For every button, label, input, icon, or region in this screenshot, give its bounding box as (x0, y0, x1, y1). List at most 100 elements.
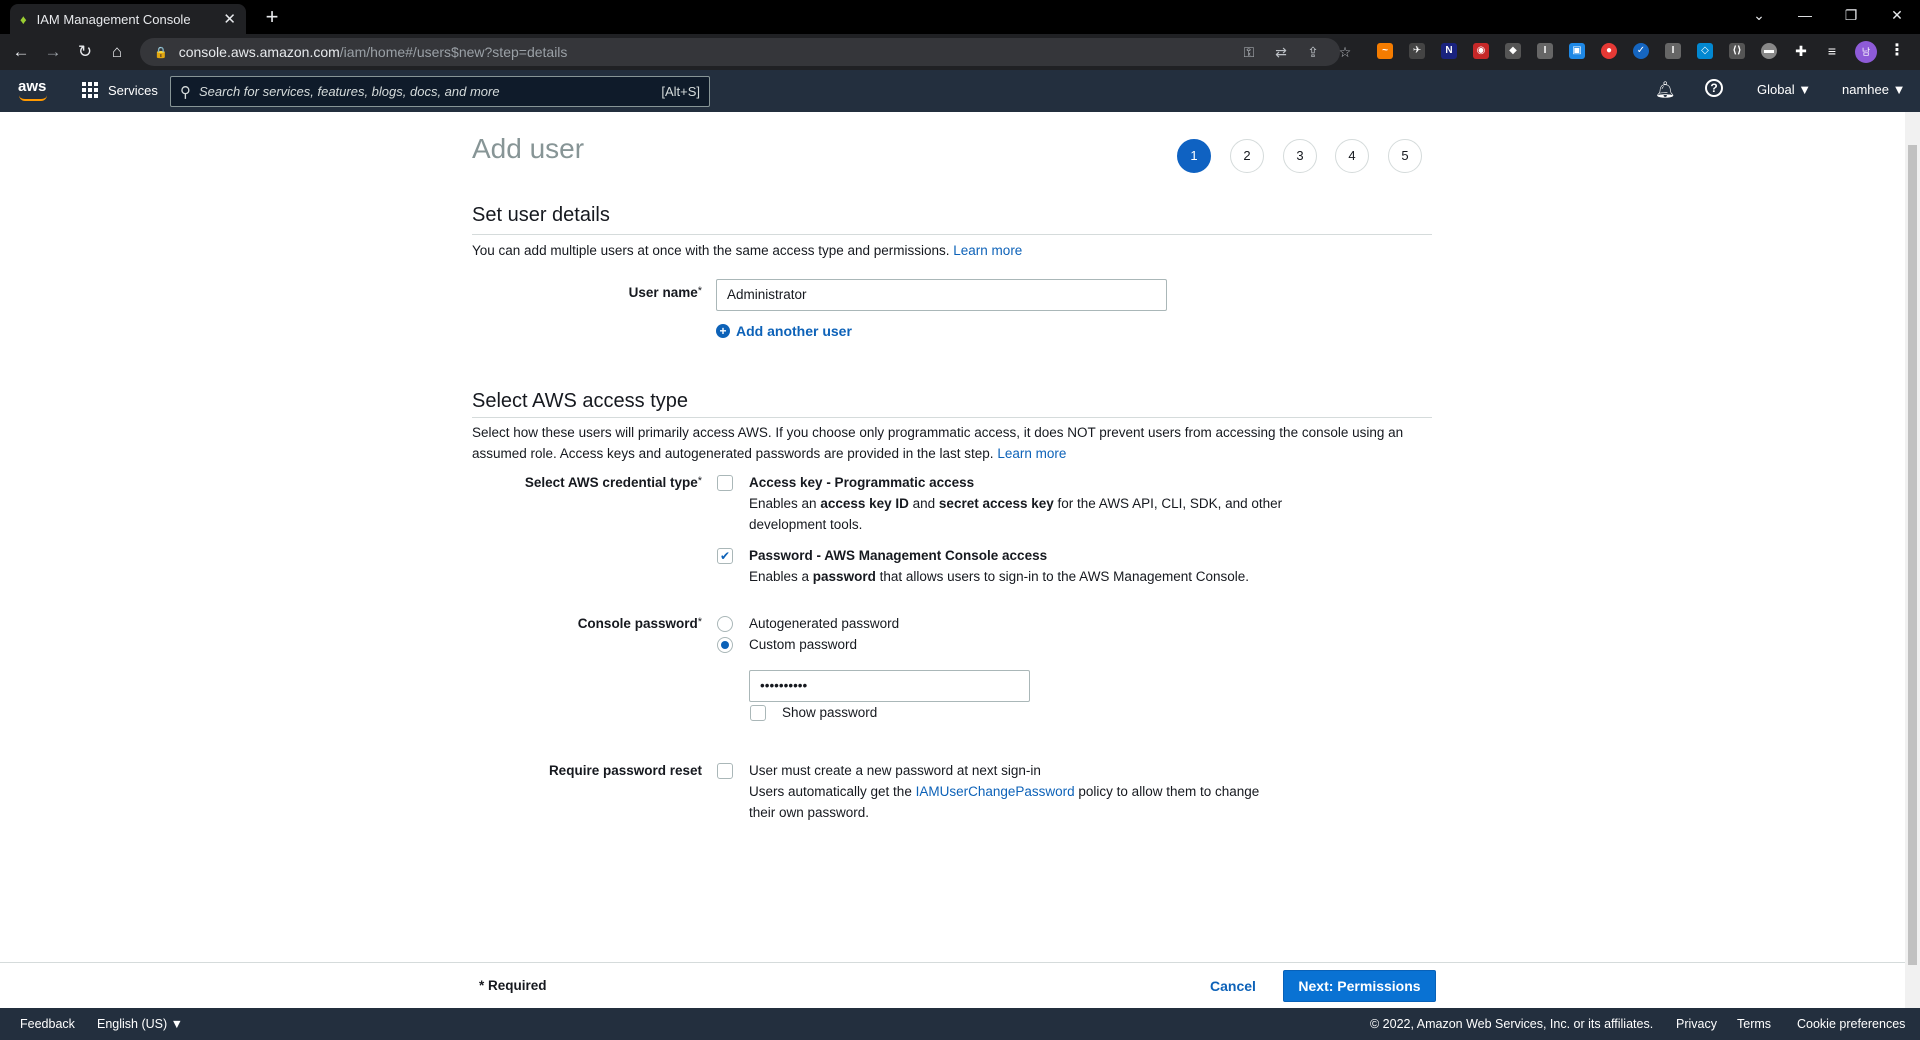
extension-n-icon[interactable]: N (1441, 43, 1457, 59)
show-password-checkbox[interactable] (750, 705, 766, 721)
show-password-label[interactable]: Show password (782, 702, 877, 723)
extension-red-icon[interactable]: ◉ (1473, 43, 1489, 59)
next-permissions-button[interactable]: Next: Permissions (1283, 970, 1436, 1002)
require-reset-checkbox[interactable] (717, 763, 733, 779)
custom-password-input[interactable]: •••••••••• (749, 670, 1030, 702)
extension-blue-icon[interactable]: ▣ (1569, 43, 1585, 59)
require-reset-label: Require password reset (548, 763, 702, 778)
copyright-text: © 2022, Amazon Web Services, Inc. or its… (1370, 1017, 1654, 1031)
search-shortcut: [Alt+S] (661, 84, 700, 99)
console-password-label: Console password* (577, 616, 702, 631)
step-2[interactable]: 2 (1230, 139, 1264, 173)
region-selector[interactable]: Global ▼ (1757, 82, 1811, 97)
console-footer: Feedback English (US) ▼ © 2022, Amazon W… (0, 1008, 1920, 1040)
aws-console-header: aws Services ⚲ Search for services, feat… (0, 70, 1920, 112)
extension-eraser-icon[interactable]: ◆ (1505, 43, 1521, 59)
autogenerated-password-radio[interactable] (717, 616, 733, 632)
help-icon[interactable]: ? (1705, 79, 1723, 97)
require-reset-option: User must create a new password at next … (749, 760, 1289, 823)
page-scrollbar[interactable] (1905, 112, 1920, 1008)
lock-icon: 🔒 (154, 46, 168, 59)
step-4[interactable]: 4 (1335, 139, 1369, 173)
extension-chat-icon[interactable]: ▬ (1761, 43, 1777, 59)
aws-search-bar[interactable]: ⚲ Search for services, features, blogs, … (170, 76, 710, 107)
extension-i-icon[interactable]: I (1537, 43, 1553, 59)
require-reset-option-text: User must create a new password at next … (749, 763, 1041, 778)
new-tab-icon[interactable]: + (260, 4, 284, 30)
profile-avatar[interactable]: 남 (1855, 41, 1877, 63)
learn-more-link[interactable]: Learn more (953, 243, 1022, 258)
scrollbar-thumb[interactable] (1908, 145, 1917, 965)
account-menu[interactable]: namhee ▼ (1842, 82, 1905, 97)
cancel-button[interactable]: Cancel (1210, 978, 1256, 994)
learn-more-link[interactable]: Learn more (997, 446, 1066, 461)
iam-user-change-password-link[interactable]: IAMUserChangePassword (916, 784, 1075, 799)
extension-i2-icon[interactable]: I (1665, 43, 1681, 59)
home-icon[interactable]: ⌂ (106, 41, 128, 63)
tab-search-icon[interactable]: ⌄ (1736, 0, 1782, 30)
privacy-link[interactable]: Privacy (1676, 1017, 1717, 1031)
aws-smile-icon (19, 95, 47, 101)
terms-link[interactable]: Terms (1737, 1017, 1771, 1031)
custom-password-radio[interactable] (717, 637, 733, 653)
browser-tab-strip: ♦ IAM Management Console ✕ + ⌄ — ❐ ✕ (0, 0, 1920, 34)
wizard-action-bar (0, 962, 1905, 1008)
extensions-puzzle-icon[interactable]: ✚ (1793, 43, 1809, 59)
add-another-user-button[interactable]: + Add another user (716, 323, 852, 339)
feedback-link[interactable]: Feedback (20, 1017, 75, 1031)
key-icon[interactable]: ⚿ (1240, 44, 1258, 61)
back-icon[interactable]: ← (10, 41, 32, 63)
extension-water-icon[interactable]: ◇ (1697, 43, 1713, 59)
notifications-bell-icon[interactable]: 🔔︎ (1655, 80, 1675, 100)
step-5[interactable]: 5 (1388, 139, 1422, 173)
services-menu-button[interactable]: Services (82, 82, 158, 98)
address-bar[interactable]: 🔒 console.aws.amazon.com/iam/home#/users… (140, 38, 1351, 66)
window-close-icon[interactable]: ✕ (1874, 0, 1920, 30)
browser-tab[interactable]: ♦ IAM Management Console ✕ (10, 4, 246, 34)
add-another-user-label: Add another user (736, 323, 852, 339)
user-details-description: You can add multiple users at once with … (472, 240, 1432, 261)
extension-code-icon[interactable]: ⟨⟩ (1729, 43, 1745, 59)
console-desc-bold: password (812, 569, 876, 584)
user-name-input[interactable]: Administrator (716, 279, 1167, 311)
console-access-checkbox[interactable]: ✔ (717, 548, 733, 564)
step-3[interactable]: 3 (1283, 139, 1317, 173)
programmatic-desc-bold: secret access key (938, 496, 1054, 511)
restore-icon[interactable]: ❐ (1828, 0, 1874, 30)
set-user-details-title: Set user details (472, 204, 610, 226)
step-1[interactable]: 1 (1177, 139, 1211, 173)
url-path: /iam/home#/users$new?step=details (339, 44, 568, 60)
search-placeholder: Search for services, features, blogs, do… (199, 84, 500, 99)
console-desc: that allows users to sign-in to the AWS … (875, 569, 1250, 584)
plus-circle-icon: + (716, 324, 730, 338)
programmatic-access-checkbox[interactable] (717, 475, 733, 491)
browser-toolbar: ← → ↻ ⌂ 🔒 console.aws.amazon.com/iam/hom… (0, 34, 1920, 70)
access-type-description: Select how these users will primarily ac… (472, 422, 1432, 464)
require-reset-desc: Users automatically get the (749, 784, 916, 799)
programmatic-desc-bold: access key ID (820, 496, 909, 511)
forward-icon[interactable]: → (42, 41, 64, 63)
language-selector[interactable]: English (US) ▼ (97, 1017, 183, 1031)
page-title: Add user (472, 133, 585, 164)
custom-password-label[interactable]: Custom password (749, 634, 857, 655)
autogenerated-password-label[interactable]: Autogenerated password (749, 613, 899, 634)
url-host: console.aws.amazon.com (178, 44, 340, 60)
close-tab-icon[interactable]: ✕ (223, 10, 236, 28)
aws-logo[interactable]: aws (18, 78, 47, 101)
tab-title: IAM Management Console (36, 11, 191, 27)
services-label: Services (108, 82, 158, 98)
extension-check-icon[interactable]: ✓ (1633, 43, 1649, 59)
credential-type-label: Select AWS credential type* (524, 475, 702, 490)
cookie-preferences-link[interactable]: Cookie preferences (1797, 1017, 1905, 1031)
programmatic-access-title: Access key - Programmatic access (749, 475, 975, 490)
share-icon[interactable]: ⇪ (1304, 44, 1322, 61)
bookmark-star-icon[interactable]: ☆ (1336, 44, 1354, 61)
reload-icon[interactable]: ↻ (74, 41, 96, 63)
minimize-icon[interactable]: — (1782, 0, 1828, 30)
reading-list-icon[interactable]: ≡ (1824, 43, 1840, 59)
translate-icon[interactable]: ⇄ (1272, 44, 1290, 61)
browser-menu-icon[interactable]: ⋮ (1889, 43, 1905, 59)
extension-chart-icon[interactable]: ~ (1377, 43, 1393, 59)
extension-drop-icon[interactable]: ● (1601, 43, 1617, 59)
extension-bird-icon[interactable]: ✈ (1409, 43, 1425, 59)
